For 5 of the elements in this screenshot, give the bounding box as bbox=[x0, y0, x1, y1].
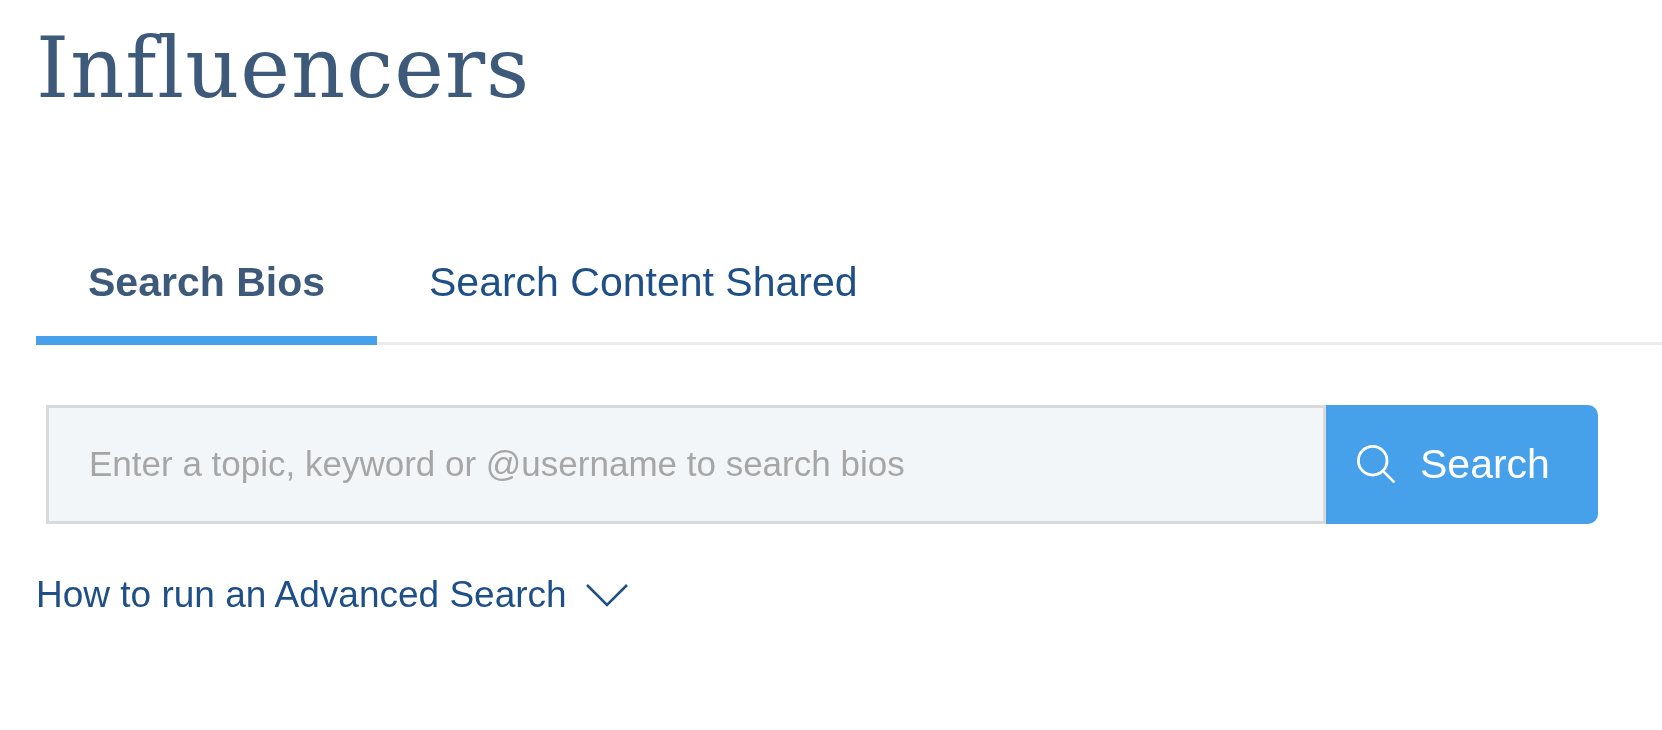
advanced-search-link[interactable]: How to run an Advanced Search bbox=[36, 573, 629, 616]
tab[interactable]: Search Content Shared bbox=[377, 258, 910, 345]
page-title: Influencers bbox=[36, 18, 532, 119]
tab[interactable]: Search Bios bbox=[36, 258, 377, 345]
search-field[interactable]: Enter a topic, keyword or @username to search bios bbox=[46, 404, 1326, 524]
